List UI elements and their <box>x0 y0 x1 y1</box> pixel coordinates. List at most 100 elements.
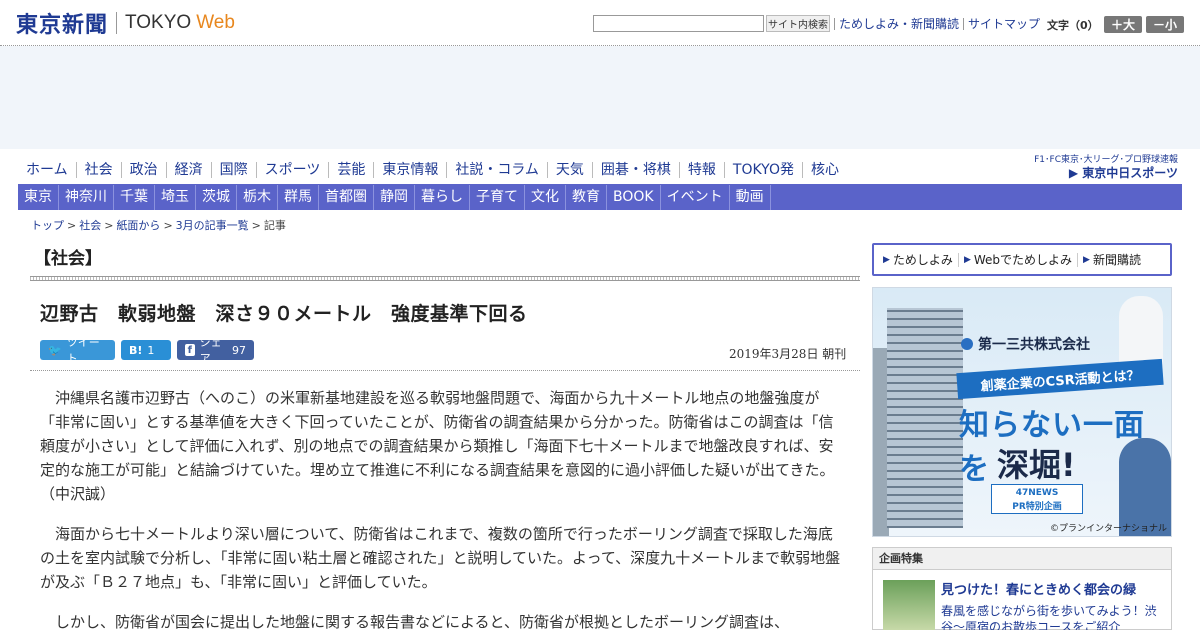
tweet-label: ツイート <box>66 336 100 365</box>
breadcrumb-current: 記事 <box>263 219 286 232</box>
nav-item-weather[interactable]: 天気 <box>546 162 592 178</box>
ad-headline-sub: 深堀! <box>997 446 1076 484</box>
logo-divider <box>116 12 118 34</box>
triangle-right-icon: ▶ <box>883 254 890 265</box>
region-item-education[interactable]: 教育 <box>566 185 607 210</box>
nav-item-economy[interactable]: 経済 <box>165 162 211 178</box>
region-item-events[interactable]: イベント <box>661 185 730 210</box>
site-search-input[interactable] <box>593 15 764 32</box>
breadcrumb-separator: > <box>104 218 114 232</box>
top-ad-banner <box>0 46 1200 149</box>
header-link-trial-subscribe[interactable]: ためしよみ・新聞購読 <box>834 18 963 30</box>
nav-item-tokyo-origin[interactable]: TOKYO発 <box>723 162 802 178</box>
nav-item-international[interactable]: 国際 <box>210 162 256 178</box>
site-header: 東京新聞 TOKYO Web サイト内検索 ためしよみ・新聞購読 サイトマップ … <box>0 0 1200 46</box>
nav-item-tokyo-info[interactable]: 東京情報 <box>373 162 446 178</box>
ad-building-image <box>887 308 963 528</box>
subscription-promo-bar: ▶ ためしよみ ▶ Webでためしよみ ▶ 新聞購読 <box>872 243 1172 276</box>
breadcrumb-separator: > <box>251 218 261 232</box>
promo-subscribe[interactable]: ▶ 新聞購読 <box>1077 252 1146 267</box>
region-item-kanagawa[interactable]: 神奈川 <box>59 185 114 210</box>
breadcrumb-separator: > <box>163 218 173 232</box>
ad-company-logo-icon <box>961 338 973 350</box>
region-item-shizuoka[interactable]: 静岡 <box>374 185 415 210</box>
chunichi-sports-link[interactable]: F1･FC東京･大リーグ･プロ野球速報 ▶ 東京中日スポーツ <box>1026 154 1178 182</box>
article-date: 2019年3月28日 朝刊 <box>729 347 847 361</box>
nav-item-go-shogi[interactable]: 囲碁・将棋 <box>591 162 679 178</box>
site-logo[interactable]: 東京新聞 TOKYO Web <box>16 9 235 38</box>
section-rule <box>30 276 860 281</box>
ad-ribbon: 創薬企業のCSR活動とは？ <box>956 358 1164 400</box>
font-size-decrease-button[interactable]: －小 <box>1146 16 1184 33</box>
region-item-tokyo[interactable]: 東京 <box>18 185 59 210</box>
nav-item-entertainment[interactable]: 芸能 <box>328 162 373 178</box>
nav-item-home[interactable]: ホーム <box>18 162 76 178</box>
feature-thumbnail[interactable] <box>883 580 935 630</box>
chunichi-name: ▶ 東京中日スポーツ <box>1068 166 1178 180</box>
region-item-culture[interactable]: 文化 <box>525 185 566 210</box>
facebook-share-button[interactable]: f シェア 97 <box>177 336 254 365</box>
font-size-increase-button[interactable]: ＋大 <box>1104 16 1142 33</box>
triangle-right-icon: ▶ <box>963 254 971 265</box>
article-title: 辺野古 軟弱地盤 深さ９０メートル 強度基準下回る <box>40 303 528 325</box>
region-item-tochigi[interactable]: 栃木 <box>237 185 278 210</box>
feature-description-link[interactable]: 春風を感じながら街を歩いてみよう！渋谷～原宿のお散歩コースをご紹介 <box>941 603 1167 630</box>
breadcrumb: トップ > 社会 > 紙面から > 3月の記事一覧 > 記事 <box>31 217 286 233</box>
hatena-bookmark-icon: B! <box>129 343 143 357</box>
region-nav: 東京 神奈川 千葉 埼玉 茨城 栃木 群馬 首都圏 静岡 暮らし 子育て 文化 … <box>18 185 1182 210</box>
region-item-video[interactable]: 動画 <box>730 185 771 210</box>
region-item-parenting[interactable]: 子育て <box>470 185 525 210</box>
nav-item-core[interactable]: 核心 <box>801 162 847 178</box>
breadcrumb-top[interactable]: トップ <box>31 217 64 233</box>
header-links: ためしよみ・新聞購読 サイトマップ <box>834 15 1044 33</box>
ad-credit: ©プランインターナショナル <box>1049 524 1167 534</box>
breadcrumb-separator: > <box>67 218 77 232</box>
facebook-icon: f <box>185 344 195 356</box>
header-link-sitemap[interactable]: サイトマップ <box>963 18 1044 30</box>
region-item-book[interactable]: BOOK <box>607 185 661 210</box>
region-item-ibaraki[interactable]: 茨城 <box>196 185 237 210</box>
article-body: 沖縄県名護市辺野古（へのこ）の米軍新基地建設を巡る軟弱地盤問題で、海面から九十メ… <box>40 386 842 630</box>
nav-item-special-report[interactable]: 特報 <box>678 162 724 178</box>
ad-badge-line: PR特別企画 <box>1012 502 1062 512</box>
promo-web-trial-read[interactable]: ▶ Webでためしよみ <box>957 252 1077 267</box>
region-item-chiba[interactable]: 千葉 <box>114 185 155 210</box>
twitter-bird-icon: 🐦 <box>48 343 62 357</box>
article-divider <box>30 370 860 371</box>
main-nav: ホーム 社会 政治 経済 国際 スポーツ 芸能 東京情報 社説・コラム 天気 囲… <box>18 158 847 182</box>
triangle-right-icon: ▶ <box>1083 254 1090 265</box>
region-item-saitama[interactable]: 埼玉 <box>155 185 196 210</box>
logo-japanese: 東京新聞 <box>16 12 109 38</box>
breadcrumb-march-articles[interactable]: 3月の記事一覧 <box>176 217 249 233</box>
nav-item-politics[interactable]: 政治 <box>120 162 166 178</box>
ad-badge: 47NEWS PR特別企画 <box>991 484 1083 514</box>
promo-label: ためしよみ <box>892 253 953 267</box>
breadcrumb-print-edition[interactable]: 紙面から <box>116 217 160 233</box>
nav-item-sports[interactable]: スポーツ <box>255 162 329 178</box>
facebook-share-label: シェア <box>199 336 222 365</box>
tweet-button[interactable]: 🐦 ツイート <box>40 336 115 365</box>
promo-trial-read[interactable]: ▶ ためしよみ <box>878 253 958 267</box>
promo-label: 新聞購読 <box>1092 253 1141 267</box>
nav-item-society[interactable]: 社会 <box>75 162 121 178</box>
breadcrumb-society[interactable]: 社会 <box>79 217 101 233</box>
hatena-bookmark-count: 1 <box>147 343 155 357</box>
chunichi-tagline: F1･FC東京･大リーグ･プロ野球速報 <box>1034 155 1178 165</box>
article-paragraph: 海面から七十メートルより深い層について、防衛省はこれまで、複数の箇所で行ったボー… <box>40 525 841 591</box>
logo-web: Web <box>196 12 235 33</box>
hatena-bookmark-button[interactable]: B! 1 <box>121 340 171 360</box>
font-size-label: 文字（0） <box>1047 19 1099 32</box>
ad-company-name: 第一三共株式会社 <box>961 334 1090 354</box>
ad-badge-line: 47NEWS <box>1015 488 1059 498</box>
feature-title-link[interactable]: 見つけた！春にときめく都会の緑 <box>941 579 1136 598</box>
region-item-living[interactable]: 暮らし <box>415 185 470 210</box>
feature-heading: 企画特集 <box>873 548 1171 570</box>
region-item-shutoken[interactable]: 首都圏 <box>319 185 374 210</box>
nav-item-editorial[interactable]: 社説・コラム <box>446 162 547 178</box>
ad-company-text: 第一三共株式会社 <box>978 337 1090 353</box>
site-search-button[interactable]: サイト内検索 <box>766 15 830 32</box>
sidebar-ad[interactable]: 第一三共株式会社 創薬企業のCSR活動とは？ 知らない一面を 深堀! 47NEW… <box>872 287 1172 537</box>
article-paragraph: しかし、防衛省が国会に提出した地盤に関する報告書などによると、防衛省が根拠とした… <box>55 613 789 630</box>
logo-english: TOKYO <box>125 12 192 33</box>
region-item-gunma[interactable]: 群馬 <box>278 185 319 210</box>
